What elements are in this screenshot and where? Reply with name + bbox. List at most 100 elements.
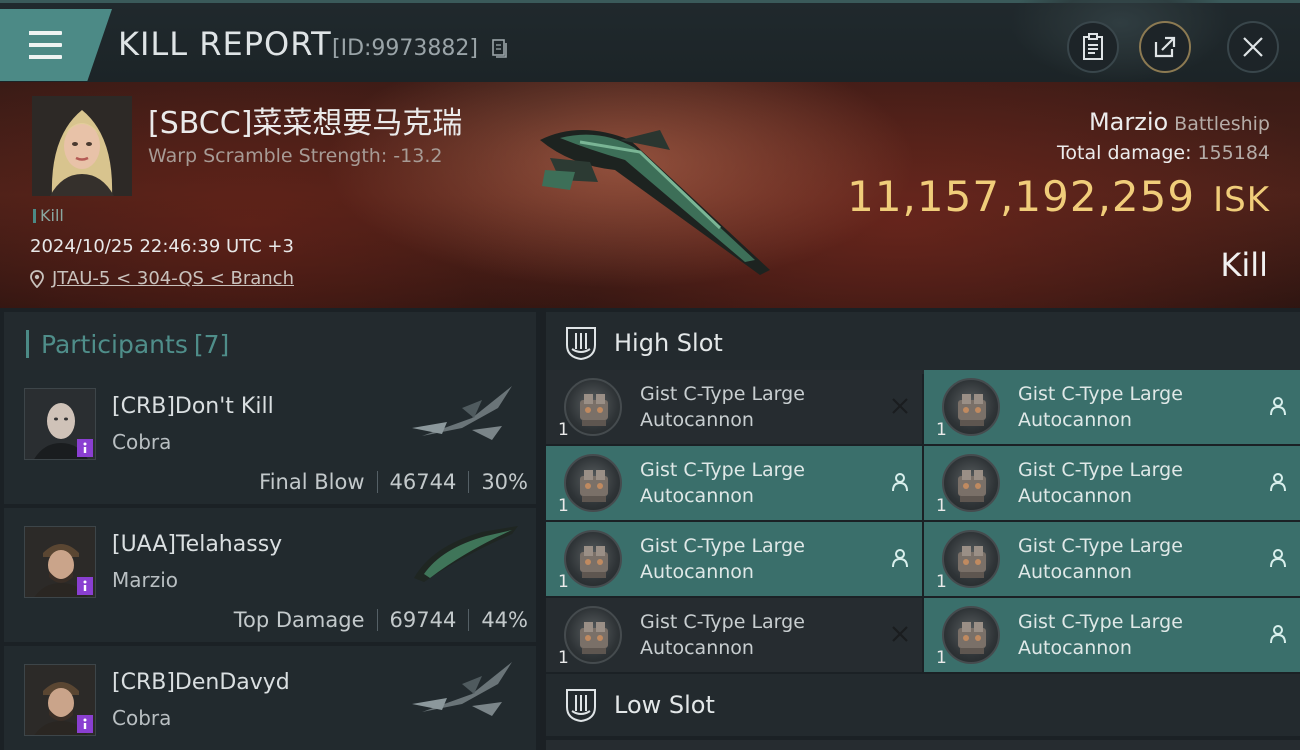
- module-name-line2: Autocannon: [640, 637, 754, 659]
- participants-count: [7]: [193, 329, 230, 359]
- participant-ship: Cobra: [112, 706, 172, 730]
- info-badge-icon: [77, 577, 93, 595]
- total-damage-label: Total damage:: [1057, 142, 1192, 164]
- participant-avatar[interactable]: [24, 388, 96, 460]
- clipboard-icon: [1083, 33, 1103, 60]
- module-quantity: 1: [936, 572, 947, 592]
- module-name-line1: Gist C-Type Large: [1018, 459, 1183, 481]
- stats-divider: [376, 471, 378, 493]
- module-name: Gist C-Type Large Autocannon: [640, 381, 860, 433]
- high-slot-label: High Slot: [614, 329, 723, 357]
- location[interactable]: JTAU-5 < 304-QS < Branch: [30, 268, 294, 289]
- isk-unit: ISK: [1213, 180, 1270, 220]
- autocannon-icon: [942, 606, 1000, 664]
- participant-row[interactable]: [UAA]Telahassy Marzio Top Damage 69744 4…: [4, 508, 536, 644]
- fitting-panel: High Slot 1 Gist C-Type Large Autocannon 1 G…: [546, 308, 1300, 750]
- module-name-line1: Gist C-Type Large: [1018, 535, 1183, 557]
- participants-header: Participants [7]: [4, 312, 536, 376]
- dropped-icon: [1266, 394, 1290, 418]
- participant-damage: 46744: [389, 470, 457, 494]
- participant-avatar[interactable]: [24, 526, 96, 598]
- module-tile[interactable]: 1 Gist C-Type Large Autocannon: [924, 522, 1300, 596]
- participant-row[interactable]: [CRB]Don't Kill Cobra Final Blow 46744 3…: [4, 370, 536, 506]
- kill-tag-marker: [33, 208, 36, 223]
- destroyed-icon: [888, 622, 912, 646]
- module-tile[interactable]: 1 Gist C-Type Large Autocannon: [546, 522, 922, 596]
- victim-ship-name: Marzio: [1088, 108, 1169, 136]
- destroyed-icon: [888, 394, 912, 418]
- info-badge-icon: [77, 439, 93, 457]
- hamburger-icon: [24, 31, 62, 59]
- high-slot-icon: [566, 327, 596, 361]
- module-quantity: 1: [936, 420, 947, 440]
- total-damage: Total damage: 155184: [1057, 142, 1270, 164]
- location-pin-icon: [30, 269, 44, 288]
- top-bar: KILL REPORT [ID:9973882]: [0, 0, 1300, 83]
- copy-icon[interactable]: [492, 39, 508, 59]
- module-name: Gist C-Type Large Autocannon: [1018, 533, 1238, 585]
- module-name-line2: Autocannon: [1018, 637, 1132, 659]
- victim-ship[interactable]: Marzio Battleship: [1089, 108, 1270, 136]
- participant-name: [CRB]Don't Kill: [112, 394, 274, 419]
- autocannon-icon: [564, 378, 622, 436]
- participant-name: [CRB]DenDavyd: [112, 670, 290, 695]
- module-tile[interactable]: 1 Gist C-Type Large Autocannon: [546, 370, 922, 444]
- stats-divider: [468, 471, 470, 493]
- module-name-line1: Gist C-Type Large: [1018, 383, 1183, 405]
- autocannon-icon: [564, 530, 622, 588]
- participant-damage: 69744: [389, 608, 457, 632]
- module-name-line2: Autocannon: [640, 485, 754, 507]
- module-tile[interactable]: 1 Gist C-Type Large Autocannon: [546, 446, 922, 520]
- module-tile[interactable]: 1 Gist C-Type Large Autocannon: [924, 598, 1300, 672]
- participant-stats: Final Blow 46744 30%: [259, 470, 528, 494]
- module-quantity: 1: [936, 496, 947, 516]
- dropped-icon: [888, 546, 912, 570]
- participant-percent: 44%: [481, 608, 528, 632]
- module-tile[interactable]: 1 Gist C-Type Large Autocannon: [924, 370, 1300, 444]
- kill-report-screen: KILL REPORT [ID:9973882] [SBCC]菜菜想要马克瑞 W…: [0, 0, 1300, 750]
- kill-tag: Kill: [33, 206, 64, 225]
- participant-role: Top Damage: [233, 608, 365, 632]
- module-name-line2: Autocannon: [640, 561, 754, 583]
- clipboard-button[interactable]: [1067, 21, 1119, 73]
- menu-button[interactable]: [0, 9, 112, 81]
- module-tile[interactable]: 1 Gist C-Type Large Autocannon: [546, 598, 922, 672]
- module-name-line2: Autocannon: [640, 409, 754, 431]
- close-button[interactable]: [1227, 21, 1279, 73]
- module-name: Gist C-Type Large Autocannon: [1018, 457, 1238, 509]
- location-link[interactable]: JTAU-5 < 304-QS < Branch: [52, 268, 294, 289]
- module-name-line1: Gist C-Type Large: [640, 611, 805, 633]
- participant-row[interactable]: [CRB]DenDavyd Cobra: [4, 646, 536, 750]
- module-name-line1: Gist C-Type Large: [640, 535, 805, 557]
- share-button[interactable]: [1139, 21, 1191, 73]
- module-quantity: 1: [558, 572, 569, 592]
- module-name: Gist C-Type Large Autocannon: [1018, 381, 1238, 433]
- participant-avatar[interactable]: [24, 664, 96, 736]
- report-result: Kill: [1220, 246, 1268, 284]
- module-name-line2: Autocannon: [1018, 485, 1132, 507]
- participants-header-marker: [26, 330, 29, 358]
- module-tile[interactable]: 1 Gist C-Type Large Autocannon: [924, 446, 1300, 520]
- kill-timestamp: 2024/10/25 22:46:39 UTC +3: [30, 236, 294, 257]
- autocannon-icon: [942, 378, 1000, 436]
- report-id: [ID:9973882]: [332, 36, 478, 61]
- autocannon-icon: [942, 454, 1000, 512]
- participant-ship-image: [412, 662, 512, 716]
- module-quantity: 1: [558, 420, 569, 440]
- stats-divider: [468, 609, 470, 631]
- high-slot-header: High Slot: [546, 312, 1300, 374]
- module-quantity: 1: [558, 496, 569, 516]
- module-name-line1: Gist C-Type Large: [640, 383, 805, 405]
- participants-label: Participants: [41, 329, 188, 359]
- victim-portrait[interactable]: [32, 96, 132, 196]
- autocannon-icon: [564, 454, 622, 512]
- victim-ship-image: [540, 130, 770, 275]
- low-slot-label: Low Slot: [614, 691, 715, 719]
- isk-value: 11,157,192,259 ISK: [847, 172, 1270, 221]
- total-damage-value: 155184: [1197, 142, 1270, 164]
- participants-panel: Participants [7] [CRB]Don't Kill Cobra F…: [0, 308, 540, 750]
- module-quantity: 1: [558, 648, 569, 668]
- autocannon-icon: [564, 606, 622, 664]
- dropped-icon: [888, 470, 912, 494]
- victim-pilot-name[interactable]: [SBCC]菜菜想要马克瑞: [148, 98, 462, 142]
